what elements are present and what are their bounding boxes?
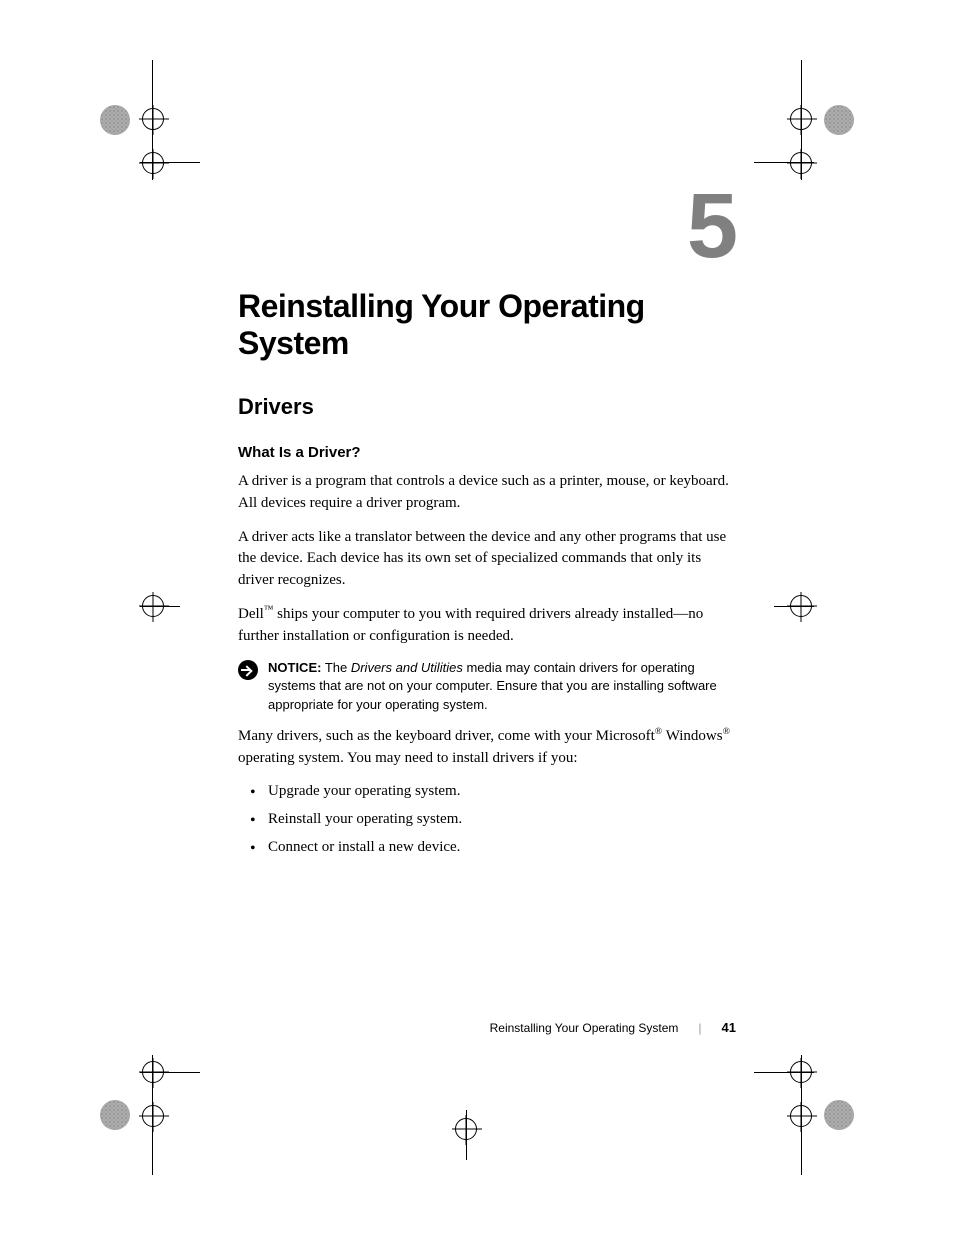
- notice-arrow-icon: [238, 660, 258, 680]
- footer-separator: |: [698, 1021, 701, 1035]
- paragraph: A driver is a program that controls a de…: [238, 471, 738, 515]
- registered-symbol: ®: [723, 726, 730, 737]
- page-footer: Reinstalling Your Operating System | 41: [490, 1020, 736, 1035]
- text-fragment: Dell: [238, 606, 264, 622]
- notice-block: NOTICE: The Drivers and Utilities media …: [238, 659, 738, 714]
- page-content: 5 Reinstalling Your Operating System Dri…: [238, 180, 738, 865]
- paragraph: A driver acts like a translator between …: [238, 527, 738, 592]
- list-item: Upgrade your operating system.: [268, 781, 738, 803]
- notice-label: NOTICE:: [268, 660, 321, 675]
- list-item: Connect or install a new device.: [268, 837, 738, 859]
- text-fragment: The: [321, 660, 350, 675]
- paragraph: Many drivers, such as the keyboard drive…: [238, 726, 738, 770]
- text-fragment: Windows: [662, 728, 722, 744]
- chapter-number: 5: [687, 180, 738, 272]
- paragraph: Dell™ ships your computer to you with re…: [238, 604, 738, 648]
- trademark-symbol: ™: [264, 604, 274, 615]
- bullet-list: Upgrade your operating system. Reinstall…: [238, 781, 738, 858]
- text-fragment: operating system. You may need to instal…: [238, 750, 578, 766]
- chapter-title: Reinstalling Your Operating System: [238, 288, 738, 362]
- page-number: 41: [722, 1020, 736, 1035]
- section-heading-drivers: Drivers: [238, 394, 738, 420]
- notice-italic: Drivers and Utilities: [351, 660, 463, 675]
- subsection-heading: What Is a Driver?: [238, 444, 738, 461]
- notice-text: NOTICE: The Drivers and Utilities media …: [268, 659, 738, 714]
- text-fragment: Many drivers, such as the keyboard drive…: [238, 728, 655, 744]
- footer-title: Reinstalling Your Operating System: [490, 1021, 679, 1035]
- text-fragment: ships your computer to you with required…: [238, 606, 703, 644]
- list-item: Reinstall your operating system.: [268, 809, 738, 831]
